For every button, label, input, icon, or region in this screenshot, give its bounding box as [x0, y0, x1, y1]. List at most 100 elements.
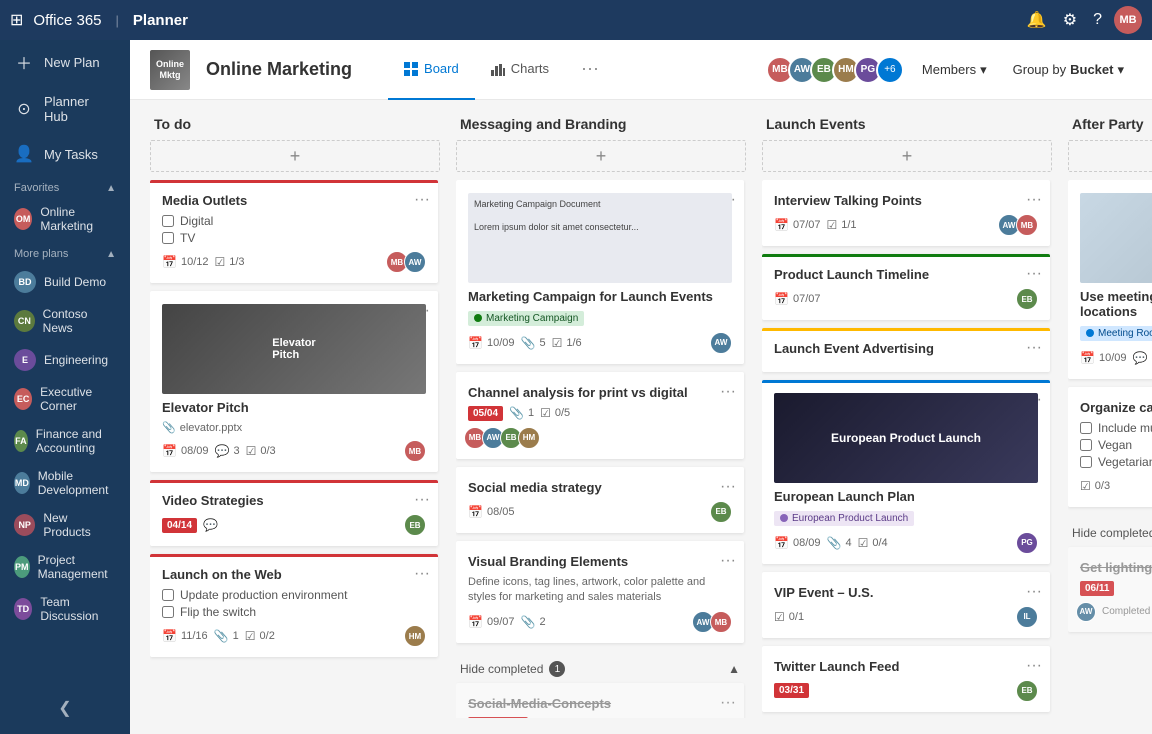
person-icon: 👤	[14, 144, 34, 164]
card-media-outlets[interactable]: ··· Media Outlets Digital TV 📅 10/12 ☑ 1…	[150, 180, 438, 283]
charts-icon	[491, 62, 505, 76]
sidebar-item-engineering[interactable]: E Engineering	[0, 342, 130, 378]
card-more-btn[interactable]: ···	[1026, 583, 1042, 601]
card-video-strategies[interactable]: ··· Video Strategies 04/14 💬 EB	[150, 480, 438, 546]
add-card-launch[interactable]: +	[762, 140, 1052, 172]
add-card-todo[interactable]: +	[150, 140, 440, 172]
card-social-media[interactable]: ··· Social media strategy 📅 08/05 EB	[456, 467, 744, 533]
bucket-launch-events: Launch Events + ··· Interview Talking Po…	[762, 116, 1052, 718]
waffle-icon[interactable]: ⊞	[10, 10, 23, 30]
app-name: Office 365	[33, 12, 101, 29]
card-avatar: MB	[710, 611, 732, 633]
bucket-title: Messaging and Branding	[460, 116, 626, 132]
collapse-icon: ▲	[106, 183, 116, 194]
user-avatar[interactable]: MB	[1114, 6, 1142, 34]
plan-name-label: Engineering	[44, 353, 108, 367]
card-interview[interactable]: ··· Interview Talking Points 📅 07/07 ☑ 1…	[762, 180, 1050, 246]
card-vip[interactable]: ··· VIP Event – U.S. ☑ 0/1 IL	[762, 572, 1050, 638]
card-avatar: PG	[1016, 532, 1038, 554]
european-image: European Product Launch	[774, 393, 1038, 483]
board-area: To do + ··· Media Outlets Digital TV 📅 1…	[130, 100, 1152, 734]
extra-members-badge: +6	[876, 56, 904, 84]
completed-card-social-concepts[interactable]: ··· Social-Media-Concepts 12/20/2016 IL …	[456, 683, 744, 718]
sidebar-item-team[interactable]: TD Team Discussion	[0, 588, 130, 630]
my-tasks-item[interactable]: 👤 My Tasks	[0, 134, 130, 174]
plan-avatar: NP	[14, 514, 35, 536]
tag-label: Marketing Campaign	[468, 311, 584, 326]
favorites-section-header[interactable]: Favorites ▲	[0, 174, 130, 198]
member-avatars: MB AW EB HM PG +6	[772, 56, 904, 84]
more-options-btn[interactable]: ···	[565, 40, 615, 100]
sidebar-item-finance[interactable]: FA Finance and Accounting	[0, 420, 130, 462]
card-more-btn[interactable]: ···	[720, 552, 736, 570]
date-badge: 04/14	[162, 518, 197, 533]
card-more-btn[interactable]: ···	[1026, 657, 1042, 675]
card-more-btn[interactable]: ···	[720, 478, 736, 496]
planner-hub-item[interactable]: ⊙ Planner Hub	[0, 84, 130, 134]
card-visual-branding[interactable]: ··· Visual Branding Elements Define icon…	[456, 541, 744, 644]
bucket-title: Launch Events	[766, 116, 866, 132]
plan-avatar: E	[14, 349, 36, 371]
group-by-button[interactable]: Group by Bucket ▾	[1005, 58, 1132, 82]
card-catering[interactable]: ··· Organize catering Include multiple o…	[1068, 387, 1152, 507]
doc-image: Marketing Campaign DocumentLorem ipsum d…	[468, 193, 732, 283]
plan-avatar: OM	[14, 208, 32, 230]
new-plan-item[interactable]: ＋ New Plan	[0, 40, 130, 84]
add-card-messaging[interactable]: +	[456, 140, 746, 172]
top-nav: ⊞ Office 365 | Planner 🔔 ⚙ ? MB	[0, 0, 1152, 40]
settings-icon[interactable]: ⚙	[1059, 6, 1081, 34]
members-button[interactable]: Members ▾	[914, 58, 995, 82]
card-avatar: HM	[518, 427, 540, 449]
card-advertising[interactable]: ··· Launch Event Advertising	[762, 328, 1050, 372]
sidebar-item-online-marketing[interactable]: OM Online Marketing	[0, 198, 130, 240]
sidebar-item-new-products[interactable]: NP New Products	[0, 504, 130, 546]
tab-charts[interactable]: Charts	[475, 40, 565, 100]
date-badge: 06/11	[1080, 581, 1114, 596]
sidebar-item-mobile[interactable]: MD Mobile Development	[0, 462, 130, 504]
bucket-cards-todo: ··· Media Outlets Digital TV 📅 10/12 ☑ 1…	[150, 180, 440, 718]
notifications-icon[interactable]: 🔔	[1023, 6, 1051, 34]
card-more-btn[interactable]: ···	[1026, 265, 1042, 283]
plan-name-label: Team Discussion	[40, 595, 116, 623]
elevator-image: ElevatorPitch	[162, 304, 426, 394]
date-badge: 05/04	[468, 406, 503, 421]
bucket-title: After Party	[1072, 116, 1144, 132]
add-card-after-party[interactable]: +	[1068, 140, 1152, 172]
plan-logo: OnlineMktg	[150, 50, 190, 90]
sidebar-item-build-demo[interactable]: BD Build Demo	[0, 264, 130, 300]
bucket-todo: To do + ··· Media Outlets Digital TV 📅 1…	[150, 116, 440, 718]
tab-board[interactable]: Board	[388, 40, 475, 100]
plus-icon: ＋	[14, 50, 34, 74]
card-marketing-campaign[interactable]: ··· Marketing Campaign DocumentLorem ips…	[456, 180, 744, 364]
sidebar-item-project-mgmt[interactable]: PM Project Management	[0, 546, 130, 588]
card-avatar: EB	[1016, 680, 1038, 702]
card-more-btn[interactable]: ···	[1026, 339, 1042, 357]
plan-name-label: Project Management	[38, 553, 116, 581]
card-elevator-pitch[interactable]: ··· ElevatorPitch Elevator Pitch 📎 eleva…	[150, 291, 438, 472]
sidebar-item-executive[interactable]: EC Executive Corner	[0, 378, 130, 420]
card-meeting-room[interactable]: ··· Use meeting room 23 for	[1068, 180, 1152, 379]
home-icon: ⊙	[14, 99, 34, 119]
more-plans-section-header[interactable]: More plans ▲	[0, 240, 130, 264]
card-launch-web[interactable]: ··· Launch on the Web Update production …	[150, 554, 438, 657]
card-european[interactable]: ··· European Product Launch European Lau…	[762, 380, 1050, 564]
sidebar-collapse-btn[interactable]: ❮	[58, 698, 71, 718]
card-more-btn[interactable]: ···	[414, 565, 430, 583]
card-twitter[interactable]: ··· Twitter Launch Feed 03/31 EB	[762, 646, 1050, 712]
plan-avatar: BD	[14, 271, 36, 293]
card-more-btn[interactable]: ···	[414, 491, 430, 509]
main-content: OnlineMktg Online Marketing Board Charts…	[130, 40, 1152, 734]
completed-card-lighting[interactable]: ··· Get lighting and music equipment 06/…	[1068, 547, 1152, 632]
date-badge: 12/20/2016	[468, 717, 528, 718]
card-more-btn[interactable]: ···	[720, 383, 736, 401]
card-product-timeline[interactable]: ··· Product Launch Timeline 📅 07/07 EB	[762, 254, 1050, 320]
card-more-btn[interactable]: ···	[1026, 191, 1042, 209]
help-icon[interactable]: ?	[1089, 7, 1106, 33]
card-avatar: EB	[1016, 288, 1038, 310]
sidebar-item-contoso[interactable]: CN Contoso News	[0, 300, 130, 342]
bucket-after-party: After Party + ···	[1068, 116, 1152, 718]
card-channel-analysis[interactable]: ··· Channel analysis for print vs digita…	[456, 372, 744, 459]
card-more-btn[interactable]: ···	[414, 191, 430, 209]
card-more-btn[interactable]: ···	[720, 694, 736, 712]
meeting-image	[1080, 193, 1152, 283]
